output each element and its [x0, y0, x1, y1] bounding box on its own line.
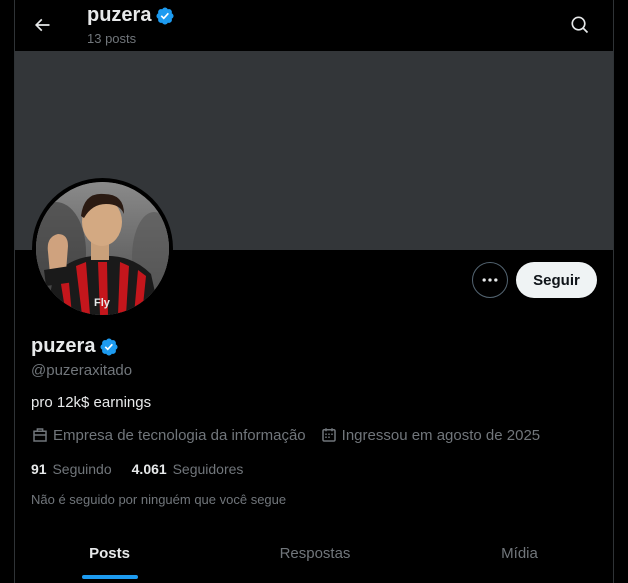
- header-name: puzera: [87, 4, 152, 26]
- search-icon: [571, 16, 589, 34]
- profile-handle: @puzeraxitado: [31, 362, 133, 379]
- follow-button[interactable]: Seguir: [516, 262, 597, 298]
- profile-category: Empresa de tecnologia da informação: [31, 426, 306, 444]
- svg-text:Fly: Fly: [94, 297, 111, 309]
- calendar-icon: [321, 428, 336, 442]
- profile-stats: 91 Seguindo 4.061 Seguidores: [31, 461, 263, 477]
- arrow-left-icon: [34, 18, 50, 32]
- column-divider-right: [613, 0, 614, 583]
- joined-label: Ingressou em agosto de 2025: [341, 426, 541, 444]
- profile-page: puzera 13 posts Fly Seguir puzera @puzer…: [0, 0, 628, 583]
- tab-label: Respostas: [279, 545, 351, 562]
- more-horizontal-icon: [482, 278, 498, 282]
- active-tab-indicator: [81, 575, 138, 579]
- followed-by-note: Não é seguido por ninguém que você segue: [31, 492, 287, 507]
- display-name: puzera: [31, 335, 96, 357]
- avatar-image: Fly: [36, 182, 169, 315]
- profile-meta: Empresa de tecnologia da informação Ingr…: [31, 426, 554, 444]
- verified-badge-icon[interactable]: [99, 337, 119, 357]
- header-title: puzera: [87, 4, 175, 27]
- back-button[interactable]: [27, 10, 57, 40]
- profile-bio: pro 12k$ earnings: [31, 394, 152, 411]
- followers-count: 4.061: [131, 461, 167, 477]
- verified-badge-icon: [156, 6, 175, 25]
- profile-joined: Ingressou em agosto de 2025: [320, 426, 540, 444]
- tab-label: Mídia: [501, 545, 538, 562]
- avatar[interactable]: Fly: [32, 178, 173, 319]
- following-label: Seguindo: [52, 461, 112, 477]
- post-count: 13 posts: [87, 31, 137, 46]
- category-label: Empresa de tecnologia da informação: [53, 426, 306, 444]
- followers-label: Seguidores: [172, 461, 244, 477]
- following-link[interactable]: 91 Seguindo: [31, 461, 112, 477]
- avatar-photo: Fly: [36, 182, 169, 315]
- search-button[interactable]: [567, 12, 593, 38]
- followers-link[interactable]: 4.061 Seguidores: [132, 461, 244, 477]
- briefcase-icon: [33, 428, 47, 442]
- top-header: puzera 13 posts: [15, 0, 613, 51]
- more-options-button[interactable]: [472, 262, 508, 298]
- tab-media[interactable]: Mídia: [426, 528, 613, 583]
- profile-tabs: Posts Respostas Mídia: [15, 528, 613, 583]
- profile-name: puzera: [31, 335, 119, 358]
- following-count: 91: [31, 461, 47, 477]
- tab-posts[interactable]: Posts: [15, 528, 204, 583]
- tab-replies[interactable]: Respostas: [204, 528, 426, 583]
